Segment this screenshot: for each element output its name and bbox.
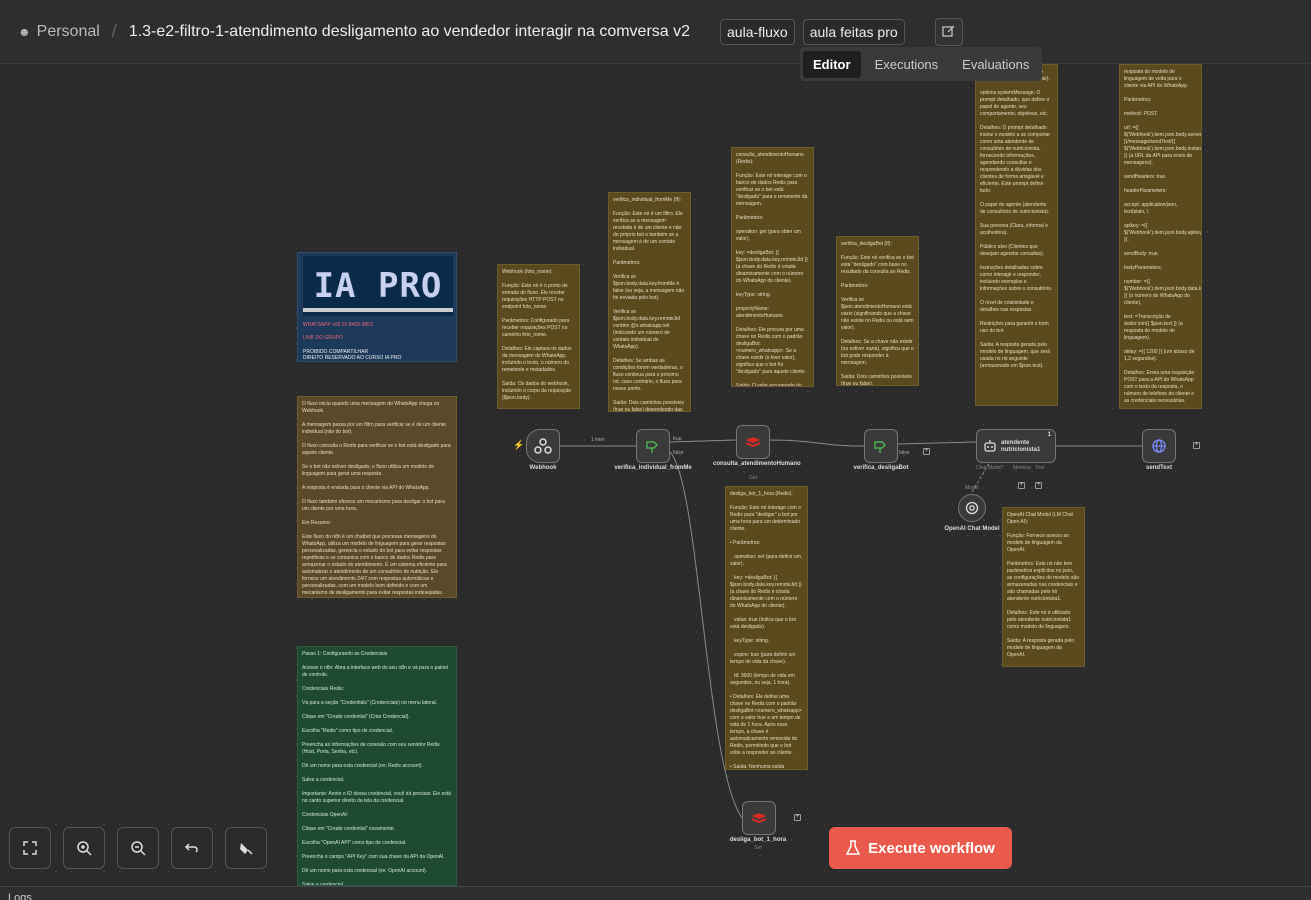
robot-icon: [984, 440, 996, 452]
verifica-desligabot-node[interactable]: [864, 429, 898, 463]
openai-label: OpenAI Chat Model: [944, 526, 1000, 532]
view-tabs: Editor Executions Evaluations: [800, 47, 1043, 81]
logs-label: Logs: [8, 892, 32, 900]
tag-aula-fluxo[interactable]: aula-fluxo: [720, 18, 795, 45]
flask-icon: [846, 840, 861, 855]
user-icon: ☻: [18, 24, 31, 39]
sticky-note-agent[interactable]: text: ={{ $json.chatInput }} (o texto da…: [975, 64, 1058, 406]
tab-executions[interactable]: Executions: [865, 51, 949, 78]
webhook-node[interactable]: [526, 429, 560, 463]
verifica-individual-label: verifica_individual_fromMe: [614, 465, 692, 471]
banner-group-link[interactable]: LINK DO GRUPO: [303, 335, 343, 341]
logs-panel-toggle[interactable]: Logs: [0, 886, 1311, 900]
filter-icon: [874, 441, 887, 453]
tab-evaluations[interactable]: Evaluations: [952, 51, 1039, 78]
sticky-note-desliga[interactable]: desliga_bot_1_hora (Redis): Função: Este…: [725, 486, 808, 770]
banner-line-2: DIREITO RESERVADO AO CURSO IA PRO: [303, 355, 402, 361]
banner-progress: [303, 308, 453, 312]
desliga-bot-operation: Set: [754, 845, 762, 851]
add-node-false-button[interactable]: +: [923, 448, 930, 455]
edit-tags-button[interactable]: [934, 17, 963, 46]
sticky-note-overview[interactable]: O fluxo inicia quando uma mensagem do Wh…: [297, 396, 457, 598]
breadcrumb[interactable]: ☻ Personal: [18, 23, 100, 41]
sticky-note-credentials[interactable]: Passo 1: Configurando as Credenciais Ace…: [297, 646, 457, 886]
desliga-bot-node[interactable]: [742, 801, 776, 835]
connections: [560, 439, 1142, 819]
verifica-individual-node[interactable]: [636, 429, 670, 463]
execute-workflow-label: Execute workflow: [868, 839, 995, 857]
redis-icon: [751, 813, 767, 824]
openai-icon: [965, 501, 979, 515]
add-tool-button[interactable]: +: [1035, 482, 1042, 489]
trigger-bolt-icon: ⚡: [513, 440, 525, 450]
consulta-operation: Get: [748, 475, 758, 481]
add-memory-button[interactable]: +: [1018, 482, 1025, 489]
sticky-note-openai[interactable]: OpenAI Chat Model (LM Chat Open AI): Fun…: [1002, 507, 1085, 667]
workflow-title[interactable]: 1.3-e2-filtro-1-atendimento desligamento…: [129, 23, 690, 41]
sendtext-node[interactable]: [1142, 429, 1176, 463]
workflow-canvas[interactable]: IA PRO WHATSAPP +55 31 8469-9853 LINK DO…: [0, 64, 1311, 886]
edge-label-true: true: [673, 436, 682, 442]
banner-whatsapp[interactable]: WHATSAPP +55 31 8469-9853: [303, 322, 373, 328]
filter-icon: [646, 441, 659, 453]
undo-icon: [184, 843, 198, 853]
agent-node[interactable]: atendente nutricionista1 1: [976, 429, 1056, 463]
globe-icon: [1152, 439, 1166, 453]
sticky-note-verifica-bot[interactable]: verifica_desligaBot (If): Função: Este n…: [836, 236, 919, 386]
edge-label-false-2: false: [899, 450, 910, 456]
zoom-in-button[interactable]: [63, 827, 105, 869]
agent-port-memory: Memory: [1013, 465, 1032, 471]
zoom-out-icon: [131, 841, 146, 856]
banner-note[interactable]: IA PRO WHATSAPP +55 31 8469-9853 LINK DO…: [297, 252, 457, 362]
project-name[interactable]: Personal: [37, 23, 100, 41]
edge-verificabot-agent: [897, 441, 977, 445]
sticky-note-verifica[interactable]: verifica_individual_fromMe (If): Função:…: [608, 192, 691, 412]
undo-button[interactable]: [171, 827, 213, 869]
webhook-icon: [534, 438, 552, 454]
sticky-note-webhook[interactable]: Webhook (foto_nome): Função: Este nó é o…: [497, 264, 580, 409]
desliga-bot-label: desliga_bot_1_hora: [729, 837, 787, 843]
add-node-after-desliga-button[interactable]: +: [794, 814, 801, 821]
edge-label-false: false: [673, 450, 684, 456]
execute-workflow-button[interactable]: Execute workflow: [829, 827, 1012, 869]
sticky-note-consulta[interactable]: consulta_atendimentoHumano (Redis): Funç…: [731, 147, 814, 387]
add-node-after-sendtext-button[interactable]: +: [1193, 442, 1200, 449]
breadcrumb-separator: /: [111, 21, 117, 41]
openai-port-model: Model: [965, 485, 979, 491]
sendtext-label: sendText: [1146, 465, 1172, 471]
webhook-label: Webhook: [529, 465, 557, 471]
sticky-note-send[interactable]: resposta do modelo de linguagem de volta…: [1119, 64, 1202, 409]
agent-port-chat-model: Chat Model*: [976, 465, 1004, 471]
consulta-node[interactable]: [736, 425, 770, 459]
redis-icon: [745, 437, 761, 448]
openai-node[interactable]: [958, 494, 986, 522]
tag-aula-feitas-pro[interactable]: aula feitas pro: [802, 18, 905, 45]
fit-view-button[interactable]: [9, 827, 51, 869]
top-bar: ☻ Personal / 1.3-e2-filtro-1-atendimento…: [0, 0, 1311, 64]
agent-label: atendente nutricionista1: [1001, 440, 1041, 453]
edge-label-items: 1 item: [591, 437, 605, 443]
tidy-up-button[interactable]: [225, 827, 267, 869]
agent-port-tool: Tool: [1035, 465, 1045, 471]
broom-icon: [240, 843, 253, 855]
agent-badge: 1: [1047, 432, 1051, 438]
zoom-out-button[interactable]: [117, 827, 159, 869]
edge-consulta-verificabot: [769, 439, 865, 447]
consulta-label: consulta_atendimentoHumano: [713, 461, 801, 467]
verifica-desligabot-label: verifica_desligaBot: [853, 465, 909, 471]
banner-logo: IA PRO: [303, 256, 453, 316]
tab-editor[interactable]: Editor: [803, 50, 861, 78]
zoom-in-icon: [77, 841, 92, 856]
fit-view-icon: [23, 841, 37, 855]
edit-icon: [942, 25, 955, 37]
